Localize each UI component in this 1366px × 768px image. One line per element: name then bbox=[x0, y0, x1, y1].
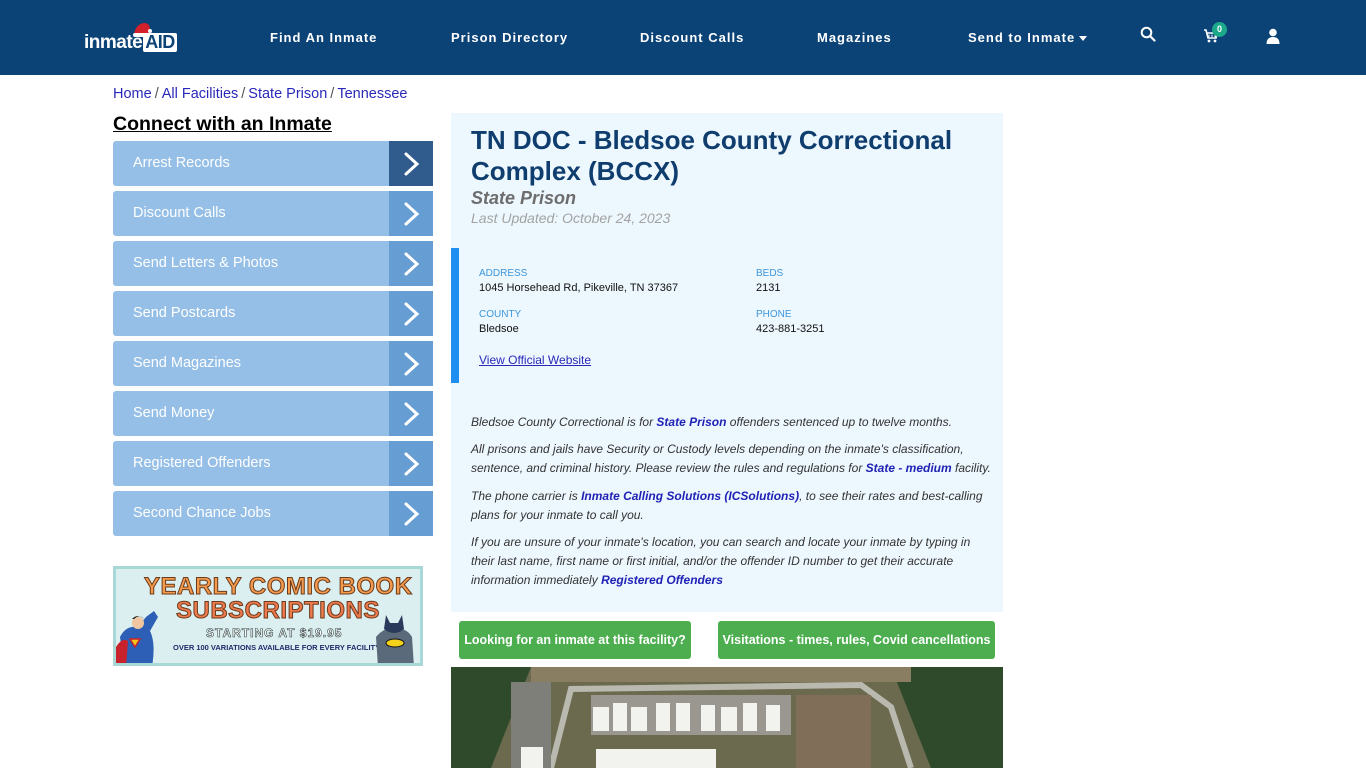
sidebar-item-label: Second Chance Jobs bbox=[133, 505, 271, 521]
superhero-illustration-icon bbox=[116, 611, 158, 663]
state-medium-link[interactable]: State - medium bbox=[866, 461, 952, 475]
sidebar-item-label: Discount Calls bbox=[133, 205, 226, 221]
breadcrumb-separator: / bbox=[241, 86, 246, 102]
description-paragraph-1: Bledsoe County Correctional is for State… bbox=[471, 413, 996, 432]
chevron-right-icon bbox=[404, 352, 420, 376]
description-paragraph-4: If you are unsure of your inmate's locat… bbox=[471, 533, 996, 590]
county-value: Bledsoe bbox=[479, 323, 519, 335]
sidebar-item-label: Arrest Records bbox=[133, 155, 230, 171]
arrow-box bbox=[389, 341, 433, 386]
sidebar-item-discount-calls[interactable]: Discount Calls bbox=[113, 191, 433, 236]
address-value: 1045 Horsehead Rd, Pikeville, TN 37367 bbox=[479, 282, 679, 294]
arrow-box bbox=[389, 191, 433, 236]
chevron-right-icon bbox=[404, 202, 420, 226]
breadcrumb-home[interactable]: Home bbox=[113, 86, 152, 102]
desc-text: offenders sentenced up to twelve months. bbox=[726, 415, 952, 429]
chevron-down-icon bbox=[1079, 36, 1088, 42]
beds-value: 2131 bbox=[756, 282, 781, 294]
account-button[interactable] bbox=[1266, 28, 1288, 50]
desc-text: facility. bbox=[951, 461, 991, 475]
nav-discount-calls[interactable]: Discount Calls bbox=[640, 30, 744, 45]
chevron-right-icon bbox=[404, 252, 420, 276]
breadcrumb-separator: / bbox=[154, 86, 159, 102]
logo-text: inmate AID bbox=[84, 32, 177, 53]
sidebar-item-label: Send Money bbox=[133, 405, 215, 421]
nav-magazines[interactable]: Magazines bbox=[817, 30, 892, 45]
arrow-box bbox=[389, 391, 433, 436]
icsolutions-link[interactable]: Inmate Calling Solutions (ICSolutions) bbox=[581, 489, 799, 503]
sidebar-item-send-letters-photos[interactable]: Send Letters & Photos bbox=[113, 241, 433, 286]
facility-info-box: ADDRESS 1045 Horsehead Rd, Pikeville, TN… bbox=[451, 248, 1003, 383]
county-label: COUNTY bbox=[479, 309, 522, 320]
chevron-right-icon bbox=[404, 302, 420, 326]
sidebar-menu: Arrest Records Discount Calls Send Lette… bbox=[113, 141, 433, 541]
arrow-box bbox=[389, 241, 433, 286]
visitations-button[interactable]: Visitations - times, rules, Covid cancel… bbox=[718, 621, 995, 659]
desc-text: The phone carrier is bbox=[471, 489, 582, 503]
state-prison-link[interactable]: State Prison bbox=[656, 415, 726, 429]
nav-send-to-inmate-label: Send to Inmate bbox=[968, 30, 1076, 45]
find-inmate-at-facility-button[interactable]: Looking for an inmate at this facility? bbox=[459, 621, 691, 659]
ad-subtext: OVER 100 VARIATIONS AVAILABLE FOR EVERY … bbox=[173, 643, 381, 652]
info-accent-bar bbox=[451, 248, 459, 383]
arrow-box bbox=[389, 491, 433, 536]
phone-label: PHONE bbox=[756, 309, 792, 320]
breadcrumb-separator: / bbox=[330, 86, 335, 102]
user-icon bbox=[1266, 28, 1280, 44]
ad-headline-line2: SUBSCRIPTIONS bbox=[176, 597, 380, 625]
sidebar-item-second-chance-jobs[interactable]: Second Chance Jobs bbox=[113, 491, 433, 536]
beds-label: BEDS bbox=[756, 268, 784, 279]
view-official-website-link[interactable]: View Official Website bbox=[479, 353, 591, 367]
chevron-right-icon bbox=[404, 502, 420, 526]
breadcrumb-state-prison[interactable]: State Prison bbox=[248, 86, 327, 102]
desc-text: Bledsoe County Correctional is for bbox=[471, 415, 657, 429]
address-label: ADDRESS bbox=[479, 268, 528, 279]
cart-count-badge: 0 bbox=[1212, 22, 1227, 37]
arrow-box bbox=[389, 441, 433, 486]
breadcrumb: Home / All Facilities / State Prison / Tenness… bbox=[113, 86, 407, 102]
sidebar-item-label: Send Magazines bbox=[133, 355, 242, 371]
breadcrumb-tennessee[interactable]: Tennessee bbox=[337, 86, 407, 102]
sidebar-item-label: Registered Offenders bbox=[133, 455, 271, 471]
sidebar-item-send-magazines[interactable]: Send Magazines bbox=[113, 341, 433, 386]
sidebar-item-send-money[interactable]: Send Money bbox=[113, 391, 433, 436]
breadcrumb-all-facilities[interactable]: All Facilities bbox=[162, 86, 239, 102]
sidebar-item-label: Send Postcards bbox=[133, 305, 236, 321]
facility-title: TN DOC - Bledsoe County Correctional Com… bbox=[471, 125, 953, 186]
aerial-image-illustration bbox=[451, 667, 1003, 768]
sidebar-item-arrest-records[interactable]: Arrest Records bbox=[113, 141, 433, 186]
inmateaid-logo[interactable]: inmate AID bbox=[84, 22, 180, 56]
sidebar-item-registered-offenders[interactable]: Registered Offenders bbox=[113, 441, 433, 486]
description-paragraph-3: The phone carrier is Inmate Calling Solu… bbox=[471, 487, 996, 525]
sidebar-item-send-postcards[interactable]: Send Postcards bbox=[113, 291, 433, 336]
nav-find-an-inmate[interactable]: Find An Inmate bbox=[270, 30, 377, 45]
registered-offenders-link[interactable]: Registered Offenders bbox=[601, 573, 723, 587]
chevron-right-icon bbox=[404, 152, 420, 176]
connect-with-inmate-heading: Connect with an Inmate bbox=[113, 113, 332, 135]
batman-illustration-icon bbox=[376, 615, 414, 663]
top-navigation-bar: inmate AID Find An Inmate Prison Director… bbox=[0, 0, 1366, 75]
phone-value: 423-881-3251 bbox=[756, 323, 825, 335]
search-button[interactable] bbox=[1140, 26, 1162, 48]
description-paragraph-2: All prisons and jails have Security or C… bbox=[471, 440, 996, 478]
ad-price-text: STARTING AT $19.95 bbox=[206, 626, 343, 641]
arrow-box bbox=[389, 291, 433, 336]
comic-subscription-ad-banner[interactable]: YEARLY COMIC BOOK SUBSCRIPTIONS STARTING… bbox=[113, 566, 423, 666]
search-icon bbox=[1140, 26, 1156, 42]
sidebar-item-label: Send Letters & Photos bbox=[133, 255, 279, 271]
last-updated-text: Last Updated: October 24, 2023 bbox=[471, 210, 671, 226]
arrow-box bbox=[389, 141, 433, 186]
facility-details-panel: TN DOC - Bledsoe County Correctional Com… bbox=[451, 113, 1003, 612]
facility-type: State Prison bbox=[471, 188, 577, 208]
nav-prison-directory[interactable]: Prison Directory bbox=[451, 30, 568, 45]
facility-aerial-photo bbox=[451, 667, 1003, 768]
chevron-right-icon bbox=[404, 402, 420, 426]
chevron-right-icon bbox=[404, 452, 420, 476]
nav-send-to-inmate[interactable]: Send to Inmate bbox=[968, 30, 1088, 45]
